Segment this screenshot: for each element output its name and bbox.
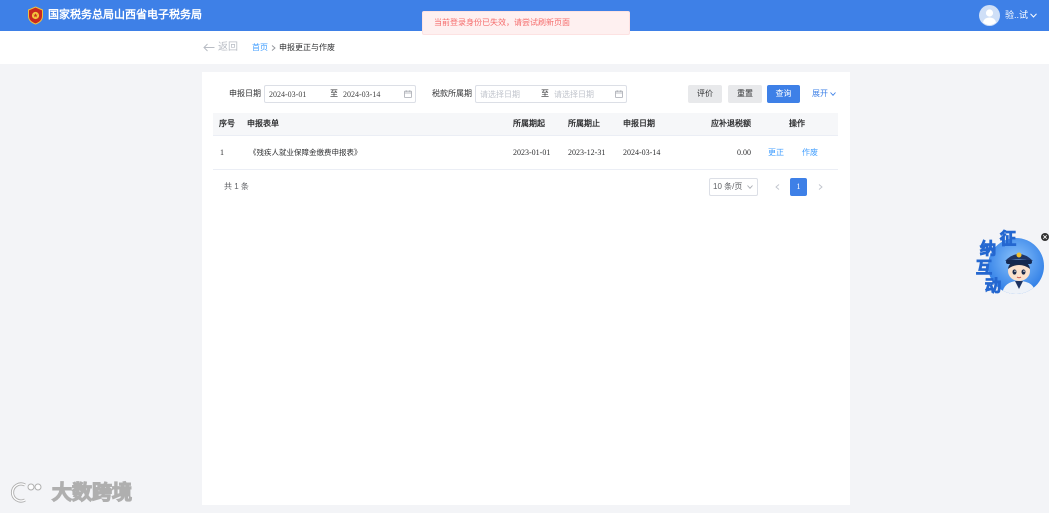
expand-button[interactable]: 展开 — [812, 85, 840, 103]
table-row: 1 《残疾人就业保障金缴费申报表》 2023-01-01 2023-12-31 … — [213, 136, 838, 170]
evaluate-button[interactable]: 评价 — [688, 85, 722, 103]
user-menu[interactable]: 验..试 — [979, 0, 1039, 31]
column-header-amount: 应补退税额 — [711, 119, 751, 128]
page-size-select[interactable]: 10 条/页 — [709, 178, 758, 196]
table-header: 序号 申报表单 所属期起 所属期止 申报日期 应补退税额 操作 — [213, 113, 838, 136]
widget-char: 互 — [975, 258, 993, 277]
watermark-logo-icon — [10, 482, 42, 503]
tax-period-label: 税款所属期 — [432, 89, 472, 98]
chevron-down-icon[interactable] — [830, 92, 836, 96]
declare-date-start-input[interactable] — [269, 86, 325, 102]
chevron-right-icon — [271, 45, 276, 51]
widget-char: 动 — [984, 276, 1002, 295]
query-button[interactable]: 查询 — [767, 85, 800, 103]
cell-amount: 0.00 — [737, 148, 751, 157]
calendar-icon[interactable] — [615, 90, 623, 98]
user-name[interactable]: 验..试 — [1005, 0, 1028, 31]
user-avatar-icon[interactable] — [979, 5, 1000, 26]
page: 国家税务总局山西省电子税务局 验..试 当前登录身份已失效，请尝试刷新页面 返回… — [0, 0, 1049, 513]
chevron-down-icon[interactable] — [747, 185, 753, 189]
calendar-icon[interactable] — [404, 90, 412, 98]
back-button[interactable]: 返回 — [203, 31, 239, 64]
void-link[interactable]: 作废 — [802, 136, 818, 169]
declare-date-label: 申报日期 — [229, 89, 261, 98]
chevron-right-icon[interactable] — [818, 184, 823, 190]
tax-emblem-icon — [28, 6, 43, 25]
column-header-declare-date: 申报日期 — [623, 119, 655, 128]
watermark-text: 大数跨境 — [51, 479, 132, 504]
session-expired-toast: 当前登录身份已失效，请尝试刷新页面 — [422, 11, 630, 35]
chevron-left-icon[interactable] — [775, 184, 780, 190]
column-header-period-start: 所属期起 — [513, 119, 545, 128]
tax-period-start-input[interactable] — [480, 86, 536, 102]
close-icon[interactable] — [1043, 235, 1047, 239]
main-card: 申报日期 至 税款所属期 至 评价 重置 查询 展开 — [202, 72, 850, 505]
page-number-current[interactable]: 1 — [790, 178, 807, 196]
breadcrumb-home-link[interactable]: 首页 — [252, 31, 268, 64]
column-header-index: 序号 — [219, 119, 235, 128]
column-header-form: 申报表单 — [247, 119, 279, 128]
watermark: 大数跨境 — [10, 479, 140, 505]
pagination-total: 共 1 条 — [224, 182, 249, 191]
range-separator: 至 — [541, 89, 549, 98]
cell-form-name: 《残疾人就业保障金缴费申报表》 — [249, 148, 362, 157]
reset-button[interactable]: 重置 — [728, 85, 762, 103]
toast-message: 当前登录身份已失效，请尝试刷新页面 — [434, 18, 570, 27]
column-header-actions: 操作 — [789, 119, 805, 128]
widget-char: 征 — [999, 229, 1017, 248]
cell-index: 1 — [220, 148, 224, 157]
declare-date-end-input[interactable] — [343, 86, 399, 102]
page-size-value[interactable]: 10 条/页 — [713, 179, 742, 195]
interaction-widget[interactable]: 征 纳 互 动 — [972, 228, 1049, 298]
expand-label[interactable]: 展开 — [812, 89, 828, 98]
back-label[interactable]: 返回 — [218, 31, 238, 64]
widget-close-button[interactable] — [1041, 233, 1049, 241]
cell-period-start: 2023-01-01 — [513, 148, 551, 157]
tax-period-end-input[interactable] — [554, 86, 610, 102]
widget-char: 纳 — [979, 239, 997, 258]
correct-link[interactable]: 更正 — [768, 136, 784, 169]
chevron-down-icon[interactable] — [1030, 13, 1037, 18]
range-separator: 至 — [330, 89, 338, 98]
cell-declare-date: 2024-03-14 — [623, 148, 661, 157]
breadcrumb-current: 申报更正与作废 — [279, 43, 335, 52]
column-header-period-end: 所属期止 — [568, 119, 600, 128]
cell-period-end: 2023-12-31 — [568, 148, 606, 157]
tax-period-range-picker[interactable]: 至 — [475, 85, 627, 103]
site-title: 国家税务总局山西省电子税务局 — [48, 9, 202, 21]
breadcrumb-bar: 返回 首页 申报更正与作废 — [0, 31, 1049, 64]
declaration-table: 序号 申报表单 所属期起 所属期止 申报日期 应补退税额 操作 1 《残疾人就业… — [213, 113, 838, 171]
arrow-left-icon[interactable] — [203, 43, 215, 52]
declare-date-range-picker[interactable]: 至 — [264, 85, 416, 103]
